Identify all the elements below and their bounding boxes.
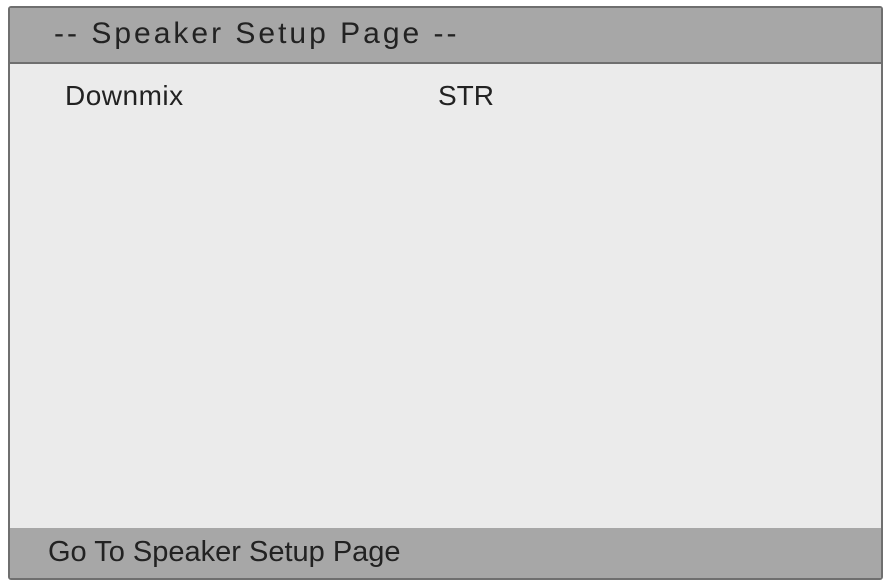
menu-item-value[interactable]: STR xyxy=(438,80,494,112)
menu-item-label: Downmix xyxy=(65,80,184,111)
header-bar: -- Speaker Setup Page -- xyxy=(10,8,881,64)
status-text: Go To Speaker Setup Page xyxy=(48,536,401,568)
page-title: -- Speaker Setup Page -- xyxy=(54,17,460,50)
menu-item-downmix[interactable]: Downmix STR xyxy=(10,80,881,120)
status-bar: Go To Speaker Setup Page xyxy=(10,528,881,578)
osd-setup-window: -- Speaker Setup Page -- Downmix STR Go … xyxy=(8,6,883,580)
